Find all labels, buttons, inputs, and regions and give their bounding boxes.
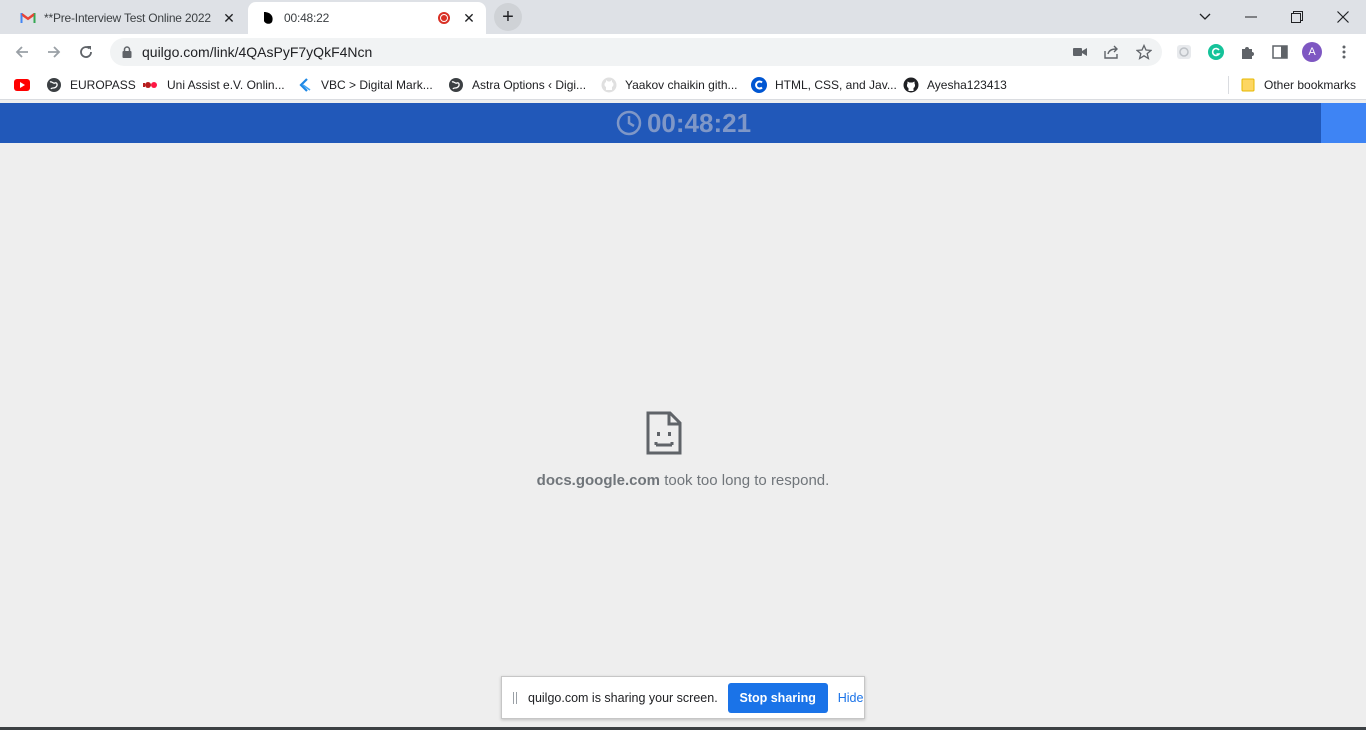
screen-sharing-bar: quilgo.com is sharing your screen. Stop … [501, 676, 865, 719]
menu-icon[interactable] [1334, 42, 1354, 62]
bookmark-label: Astra Options ‹ Digi... [472, 78, 587, 92]
globe-icon [448, 77, 464, 93]
bookmark-astra[interactable]: Astra Options ‹ Digi... [448, 76, 586, 94]
restore-button[interactable] [1274, 0, 1320, 34]
tab-quilgo[interactable]: 00:48:22 ✕ [248, 2, 486, 34]
address-bar[interactable]: quilgo.com/link/4QAsPyF7yQkF4Ncn [110, 38, 1162, 66]
grammarly-icon[interactable] [1206, 42, 1226, 62]
sharing-message: quilgo.com is sharing your screen. [528, 690, 718, 705]
bookmark-yaakov-github[interactable]: Yaakov chaikin gith... [601, 76, 738, 94]
lock-icon[interactable] [120, 45, 134, 59]
page-content: 00:48:21 docs.google.com took too long t… [0, 101, 1366, 730]
sad-page-icon [646, 411, 682, 455]
close-window-button[interactable] [1320, 0, 1366, 34]
hide-button[interactable]: Hide [838, 691, 864, 705]
bookmark-label: HTML, CSS, and Jav... [775, 78, 897, 92]
github-icon [903, 77, 919, 93]
error-host: docs.google.com [536, 472, 661, 489]
profile-avatar[interactable]: A [1302, 42, 1322, 62]
new-tab-button[interactable]: + [494, 3, 522, 31]
coursera-icon [751, 77, 767, 93]
bookmark-star-icon[interactable] [1136, 44, 1152, 60]
tab-gmail[interactable]: **Pre-Interview Test Online 2022 ✕ [8, 2, 246, 34]
bookmarks-bar: EUROPASS Uni Assist e.V. Onlin... VBC > … [0, 70, 1366, 100]
tab-title: **Pre-Interview Test Online 2022 [44, 11, 211, 25]
back-button[interactable] [8, 38, 36, 66]
bookmark-label: Ayesha123413 [927, 78, 1007, 92]
timer: 00:48:21 [615, 108, 751, 139]
bookmarks-divider [1228, 76, 1229, 94]
bookmark-label: EUROPASS [70, 78, 136, 92]
close-icon[interactable]: ✕ [460, 9, 478, 27]
youtube-icon [14, 77, 30, 93]
bookmark-label: Uni Assist e.V. Onlin... [167, 78, 285, 92]
url-text: quilgo.com/link/4QAsPyF7yQkF4Ncn [142, 44, 373, 60]
bookmark-html-css[interactable]: HTML, CSS, and Jav... [751, 76, 897, 94]
drag-handle-icon[interactable] [513, 691, 517, 704]
globe-icon [46, 77, 62, 93]
bookmark-youtube[interactable] [14, 76, 38, 94]
timer-value: 00:48:21 [646, 107, 752, 138]
timer-bar-button[interactable] [1321, 103, 1366, 143]
reload-button[interactable] [72, 38, 100, 66]
recording-icon [438, 12, 450, 24]
stop-sharing-button[interactable]: Stop sharing [727, 682, 828, 713]
vbc-icon [297, 77, 313, 93]
share-icon[interactable] [1104, 44, 1120, 60]
tab-title: 00:48:22 [284, 11, 330, 25]
bookmark-label: VBC > Digital Mark... [321, 78, 433, 92]
error-message: docs.google.com took too long to respond… [0, 472, 1366, 489]
extensions-puzzle-icon[interactable] [1238, 42, 1258, 62]
other-bookmarks[interactable]: Other bookmarks [1240, 76, 1356, 94]
bookmark-label: Yaakov chaikin gith... [625, 78, 738, 92]
bookmark-vbc[interactable]: VBC > Digital Mark... [297, 76, 433, 94]
error-text: took too long to respond. [660, 472, 830, 489]
bookmark-uni-assist[interactable]: Uni Assist e.V. Onlin... [143, 76, 285, 94]
uniassist-icon [143, 77, 159, 93]
github-icon [601, 77, 617, 93]
camera-icon[interactable] [1072, 44, 1088, 60]
bookmark-europass[interactable]: EUROPASS [46, 76, 136, 94]
bookmark-ayesha-github[interactable]: Ayesha123413 [903, 76, 1007, 94]
browser-toolbar: quilgo.com/link/4QAsPyF7yQkF4Ncn A [0, 34, 1366, 70]
timer-bar: 00:48:21 [0, 103, 1366, 143]
side-panel-icon[interactable] [1270, 42, 1290, 62]
clock-icon [615, 109, 643, 137]
other-bookmarks-label: Other bookmarks [1264, 78, 1357, 92]
tab-strip: **Pre-Interview Test Online 2022 ✕ 00:48… [0, 0, 1366, 34]
tab-search-button[interactable] [1182, 0, 1228, 34]
gmail-icon [20, 10, 36, 26]
forward-button[interactable] [40, 38, 68, 66]
minimize-button[interactable] [1228, 0, 1274, 34]
close-icon[interactable]: ✕ [220, 9, 238, 27]
extension-icon[interactable] [1174, 42, 1194, 62]
folder-icon [1240, 77, 1256, 93]
quilgo-icon [260, 10, 276, 26]
